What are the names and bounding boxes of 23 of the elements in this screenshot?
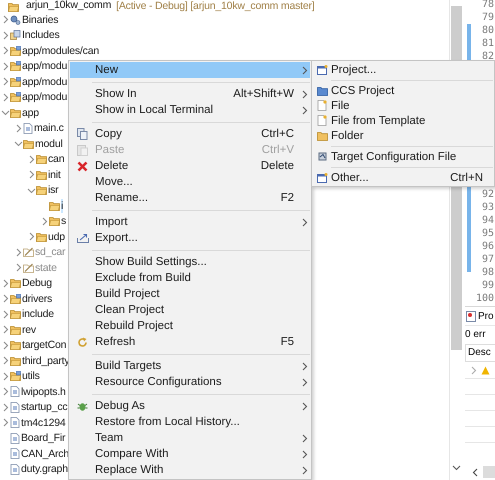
- line-number: 82: [482, 50, 494, 63]
- shortcut: Ctrl+N: [450, 172, 484, 184]
- project-status: [Active - Debug] [arjun_10kw_comm master]: [116, 0, 315, 12]
- shortcut: Delete: [260, 160, 295, 172]
- line-number: 93: [482, 201, 494, 214]
- shortcut: Ctrl+C: [261, 128, 295, 140]
- line-number: 92: [482, 188, 494, 201]
- shortcut: F2: [280, 192, 295, 204]
- project-name: arjun_10kw_comm: [26, 0, 112, 12]
- shortcut: Ctrl+V: [262, 144, 295, 156]
- line-number: 99: [482, 279, 494, 292]
- line-number: 96: [482, 240, 494, 253]
- problems-summary: 0 err: [465, 328, 487, 342]
- line-number: 100: [476, 292, 494, 305]
- line-number: 97: [482, 253, 494, 266]
- shortcut: F5: [280, 336, 295, 348]
- line-number: 79: [482, 11, 494, 24]
- line-number: 95: [482, 227, 494, 240]
- line-number: 81: [482, 37, 494, 50]
- line-number: 80: [482, 24, 494, 37]
- line-number: 94: [482, 214, 494, 227]
- shortcut: Alt+Shift+W: [233, 88, 295, 100]
- line-number: 98: [482, 266, 494, 279]
